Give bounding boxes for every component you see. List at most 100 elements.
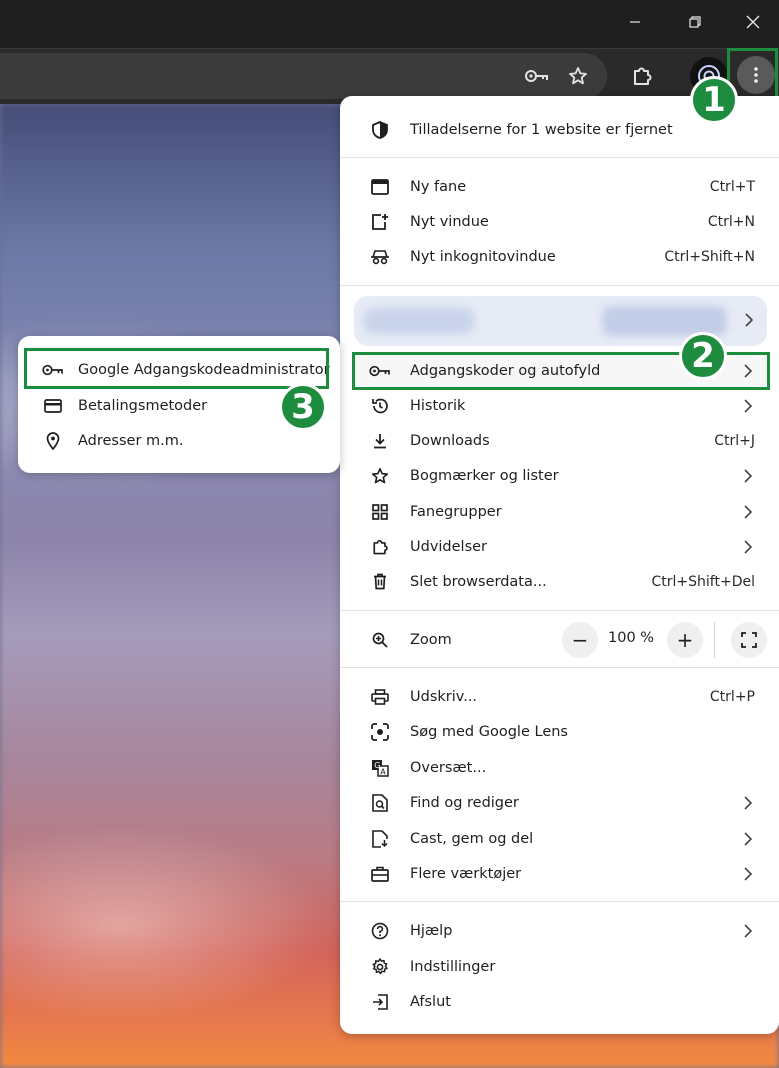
exit-icon xyxy=(369,991,391,1013)
find-edit-label: Find og rediger xyxy=(410,794,519,811)
step-badge-2-label: 2 xyxy=(691,336,715,376)
step-badge-1: 1 xyxy=(690,76,738,124)
clear-browsing-data-shortcut: Ctrl+Shift+Del xyxy=(651,573,755,590)
credit-card-icon xyxy=(42,395,64,417)
exit-label: Afslut xyxy=(410,993,451,1010)
address-bar[interactable] xyxy=(0,53,607,99)
profile-email-blurred xyxy=(602,306,727,336)
download-icon xyxy=(369,430,391,452)
chevron-right-icon xyxy=(743,468,753,484)
cast-save-share-item[interactable]: Cast, gem og del xyxy=(340,821,779,856)
new-window-label: Nyt vindue xyxy=(410,213,489,230)
find-edit-item[interactable]: Find og rediger xyxy=(340,785,779,820)
extensions-icon[interactable] xyxy=(625,59,659,93)
new-tab-icon xyxy=(369,176,391,198)
settings-item[interactable]: Indstillinger xyxy=(340,949,779,984)
incognito-shortcut: Ctrl+Shift+N xyxy=(664,248,755,265)
star-icon xyxy=(369,465,391,487)
minimize-icon[interactable] xyxy=(610,0,660,44)
restore-icon[interactable] xyxy=(670,0,720,44)
google-lens-item[interactable]: Søg med Google Lens xyxy=(340,714,779,749)
bookmarks-label: Bogmærker og lister xyxy=(410,467,559,484)
payment-methods-label: Betalingsmetoder xyxy=(78,397,208,414)
step-badge-3-label: 3 xyxy=(291,387,315,427)
extensions-label: Udvidelser xyxy=(410,538,488,555)
more-tools-label: Flere værktøjer xyxy=(410,865,522,882)
zoom-in-button[interactable]: + xyxy=(667,622,703,658)
key-icon[interactable] xyxy=(520,59,554,93)
profile-name-blurred xyxy=(364,308,474,334)
history-icon xyxy=(369,395,391,417)
star-icon[interactable] xyxy=(561,59,595,93)
new-tab-item[interactable]: Ny fane Ctrl+T xyxy=(340,169,779,204)
tab-groups-label: Fanegrupper xyxy=(410,503,502,520)
shield-icon xyxy=(369,119,391,141)
chevron-right-icon xyxy=(743,539,753,555)
close-icon[interactable] xyxy=(728,0,778,44)
incognito-label: Nyt inkognitovindue xyxy=(410,248,556,265)
bookmarks-item[interactable]: Bogmærker og lister xyxy=(340,458,779,493)
history-item[interactable]: Historik xyxy=(340,388,779,423)
printer-icon xyxy=(369,686,391,708)
step-badge-3: 3 xyxy=(279,383,327,431)
gear-icon xyxy=(369,956,391,978)
downloads-label: Downloads xyxy=(410,432,490,449)
clear-browsing-data-item[interactable]: Slet browserdata... Ctrl+Shift+Del xyxy=(340,564,779,599)
translate-icon: GA xyxy=(369,757,391,779)
help-icon xyxy=(369,920,391,942)
new-window-shortcut: Ctrl+N xyxy=(707,213,755,230)
zoom-label: Zoom xyxy=(410,631,452,648)
password-manager-highlight xyxy=(24,348,329,389)
incognito-item[interactable]: Nyt inkognitovindue Ctrl+Shift+N xyxy=(340,239,779,274)
minus-icon: − xyxy=(571,628,589,652)
new-window-item[interactable]: Nyt vindue Ctrl+N xyxy=(340,204,779,239)
zoom-value: 100 % xyxy=(608,630,655,646)
print-label: Udskriv... xyxy=(410,688,478,705)
step-badge-1-label: 1 xyxy=(702,80,726,120)
history-label: Historik xyxy=(410,397,466,414)
tab-groups-icon xyxy=(369,501,391,523)
help-item[interactable]: Hjælp xyxy=(340,913,779,948)
step-badge-2: 2 xyxy=(679,332,727,380)
chevron-right-icon xyxy=(745,313,753,327)
trash-icon xyxy=(369,571,391,593)
chrome-main-menu: Tilladelserne for 1 website er fjernet N… xyxy=(340,96,779,1034)
fullscreen-button[interactable] xyxy=(731,622,767,658)
extensions-item[interactable]: Udvidelser xyxy=(340,529,779,564)
separator xyxy=(714,622,715,658)
clear-browsing-data-label: Slet browserdata... xyxy=(410,573,547,590)
title-bar xyxy=(0,0,779,48)
permissions-notice-label: Tilladelserne for 1 website er fjernet xyxy=(410,121,673,138)
svg-text:A: A xyxy=(380,767,386,776)
chevron-right-icon xyxy=(743,398,753,414)
location-pin-icon xyxy=(42,430,64,452)
google-lens-label: Søg med Google Lens xyxy=(410,723,568,740)
translate-item[interactable]: GA Oversæt... xyxy=(340,750,779,785)
separator xyxy=(340,285,779,286)
fullscreen-icon xyxy=(741,632,757,648)
downloads-shortcut: Ctrl+J xyxy=(714,432,755,449)
zoom-icon xyxy=(369,629,391,651)
toolbox-icon xyxy=(369,863,391,885)
new-window-icon xyxy=(369,211,391,233)
tab-groups-item[interactable]: Fanegrupper xyxy=(340,494,779,529)
translate-label: Oversæt... xyxy=(410,759,487,776)
chevron-right-icon xyxy=(743,866,753,882)
file-share-icon xyxy=(369,828,391,850)
plus-icon: + xyxy=(676,628,694,652)
separator xyxy=(340,157,779,158)
extensions-icon xyxy=(369,536,391,558)
help-label: Hjælp xyxy=(410,922,453,939)
addresses-label: Adresser m.m. xyxy=(78,432,184,449)
settings-label: Indstillinger xyxy=(410,958,496,975)
separator xyxy=(340,610,779,611)
find-page-icon xyxy=(369,792,391,814)
chevron-right-icon xyxy=(743,504,753,520)
downloads-item[interactable]: Downloads Ctrl+J xyxy=(340,423,779,458)
more-tools-item[interactable]: Flere værktøjer xyxy=(340,856,779,891)
print-item[interactable]: Udskriv... Ctrl+P xyxy=(340,679,779,714)
more-vert-icon[interactable] xyxy=(737,56,775,94)
exit-item[interactable]: Afslut xyxy=(340,984,779,1019)
zoom-out-button[interactable]: − xyxy=(562,622,598,658)
new-tab-label: Ny fane xyxy=(410,178,467,195)
